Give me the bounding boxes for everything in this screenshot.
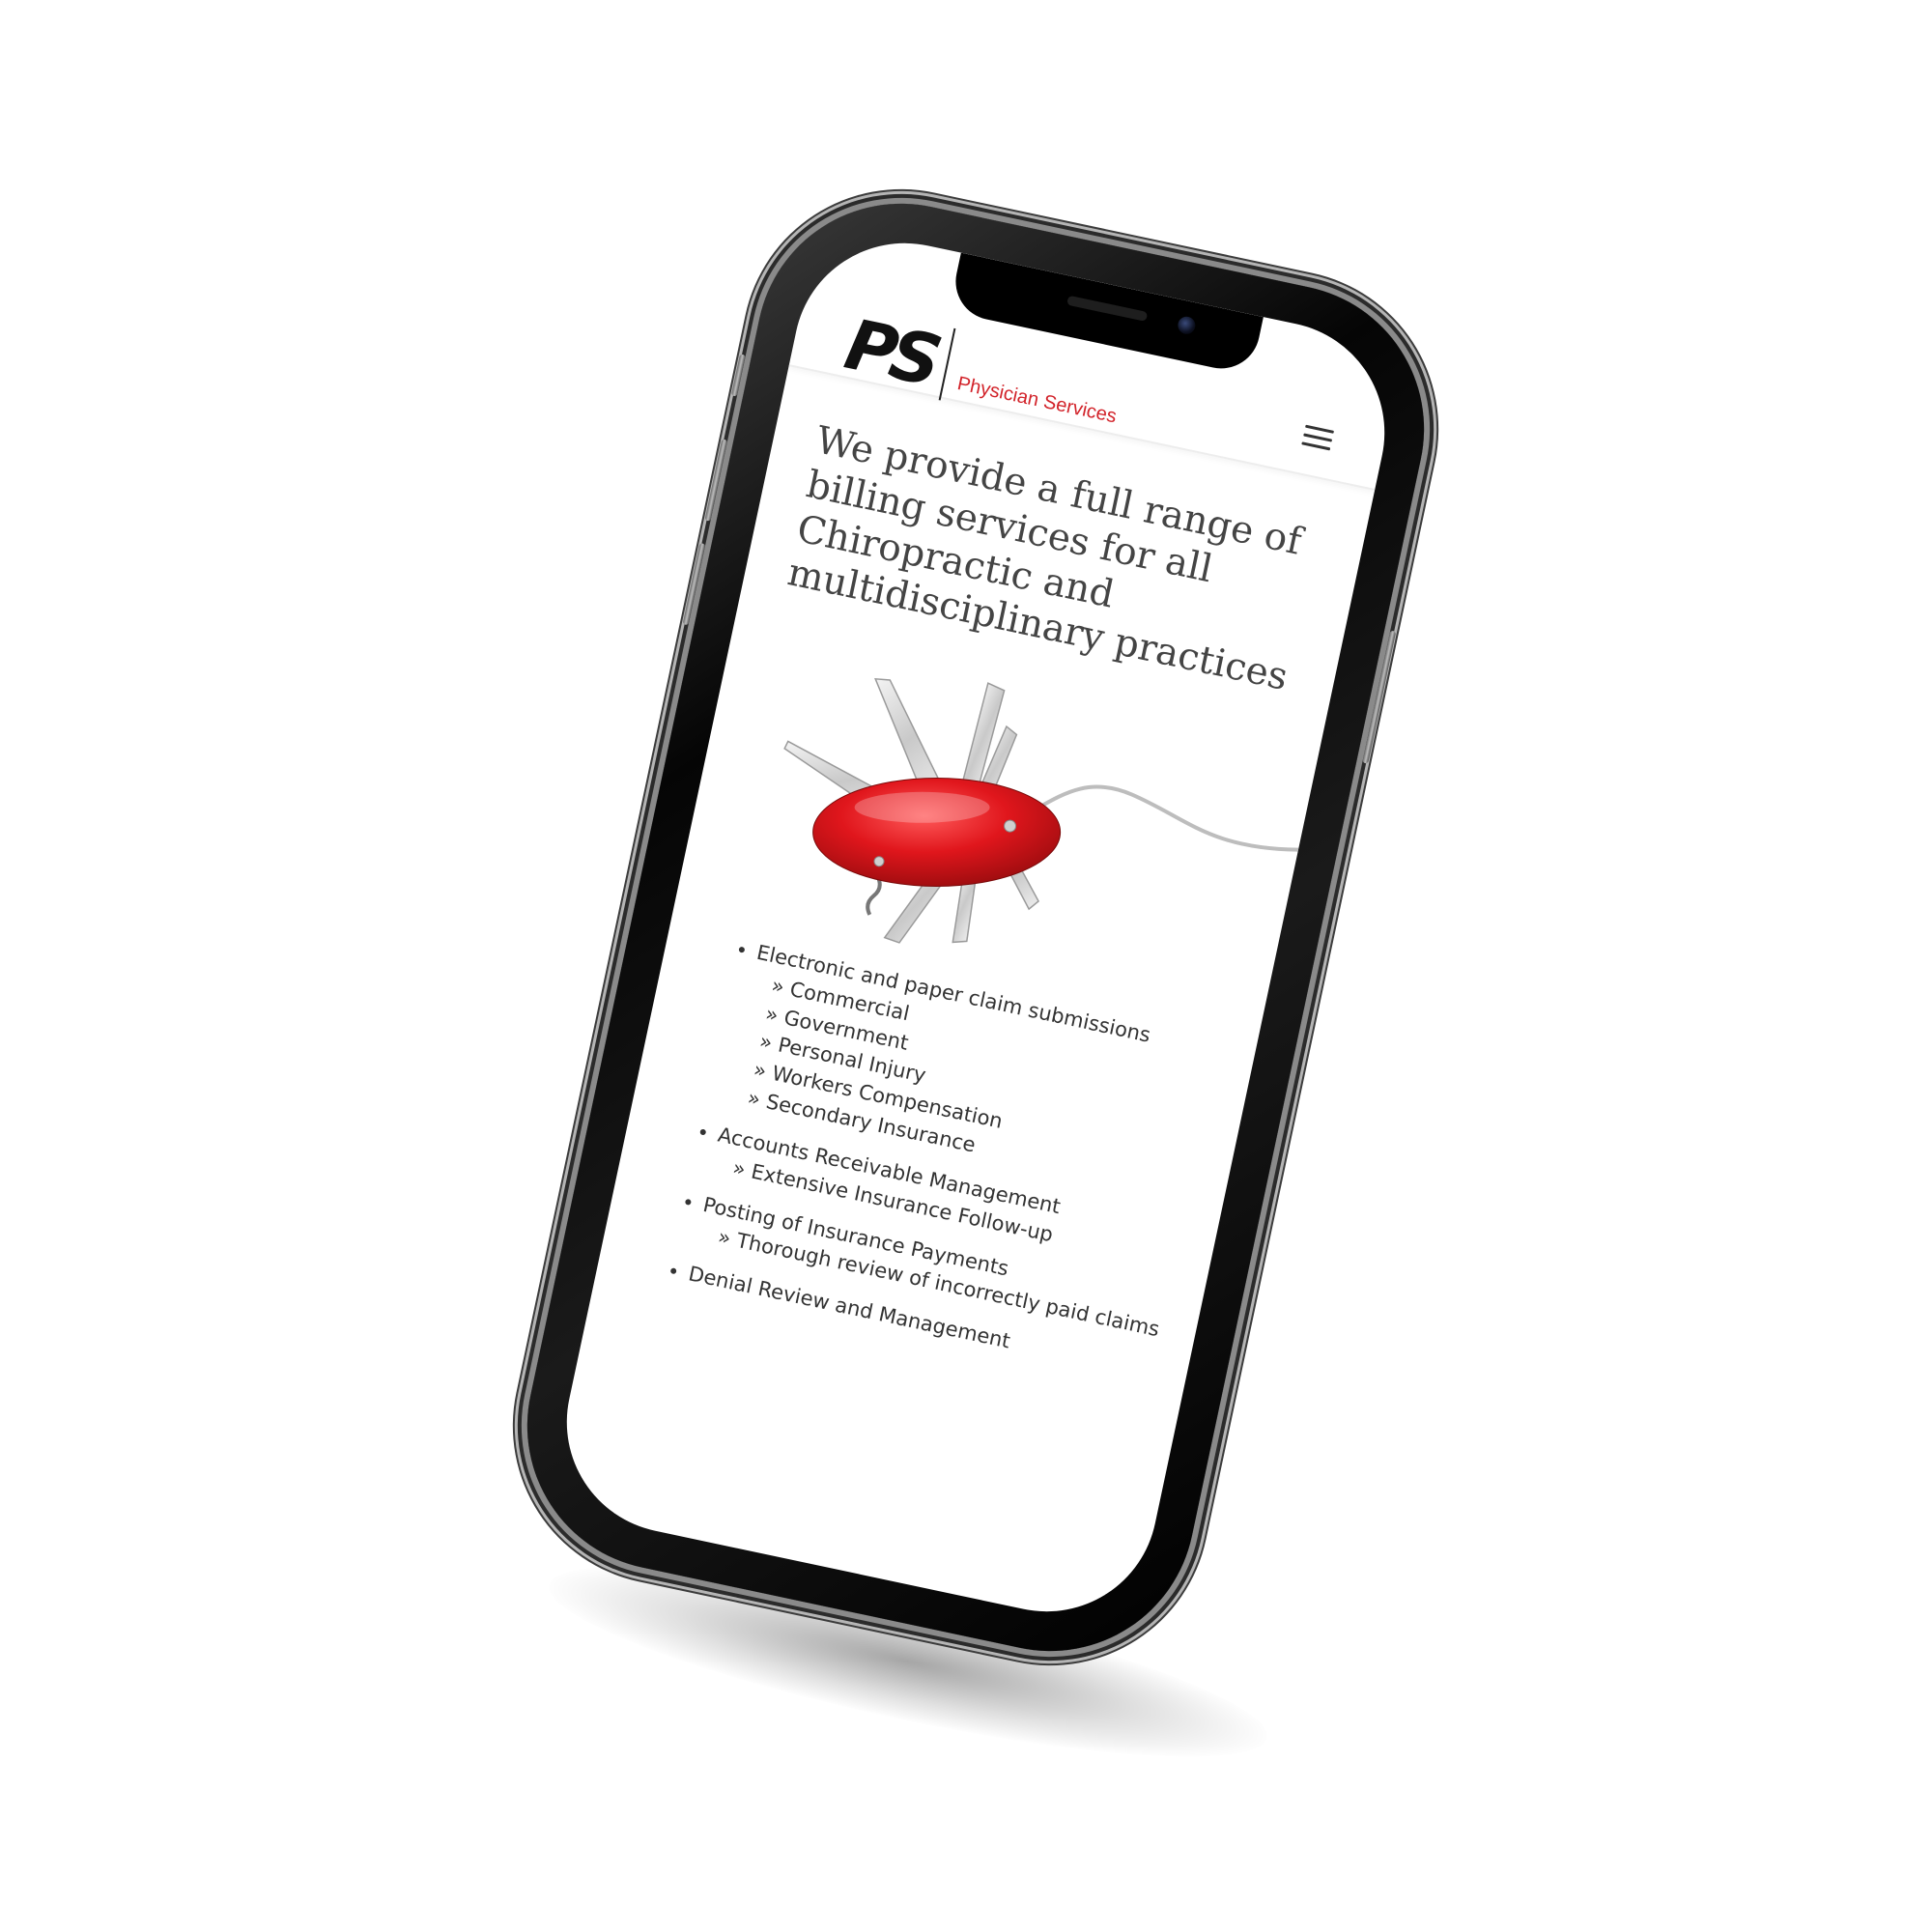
logo-text: Physician Services [955,372,1119,427]
silent-switch [730,354,746,397]
volume-down-button [682,542,706,626]
power-button [1362,630,1397,764]
menu-line [1305,424,1334,434]
menu-line [1301,441,1331,451]
front-camera [1176,315,1198,336]
mockup-stage: PS Physician Services We provide a full … [0,0,1932,1932]
logo-mark: PS [838,303,944,402]
logo-divider [938,327,956,401]
volume-up-button [704,439,728,522]
phone-device: PS Physician Services We provide a full … [499,176,1452,1679]
hamburger-menu-icon[interactable] [1301,424,1334,454]
menu-line [1303,433,1333,442]
phone-screen: PS Physician Services We provide a full … [546,222,1406,1633]
speaker-grille [1066,295,1149,322]
